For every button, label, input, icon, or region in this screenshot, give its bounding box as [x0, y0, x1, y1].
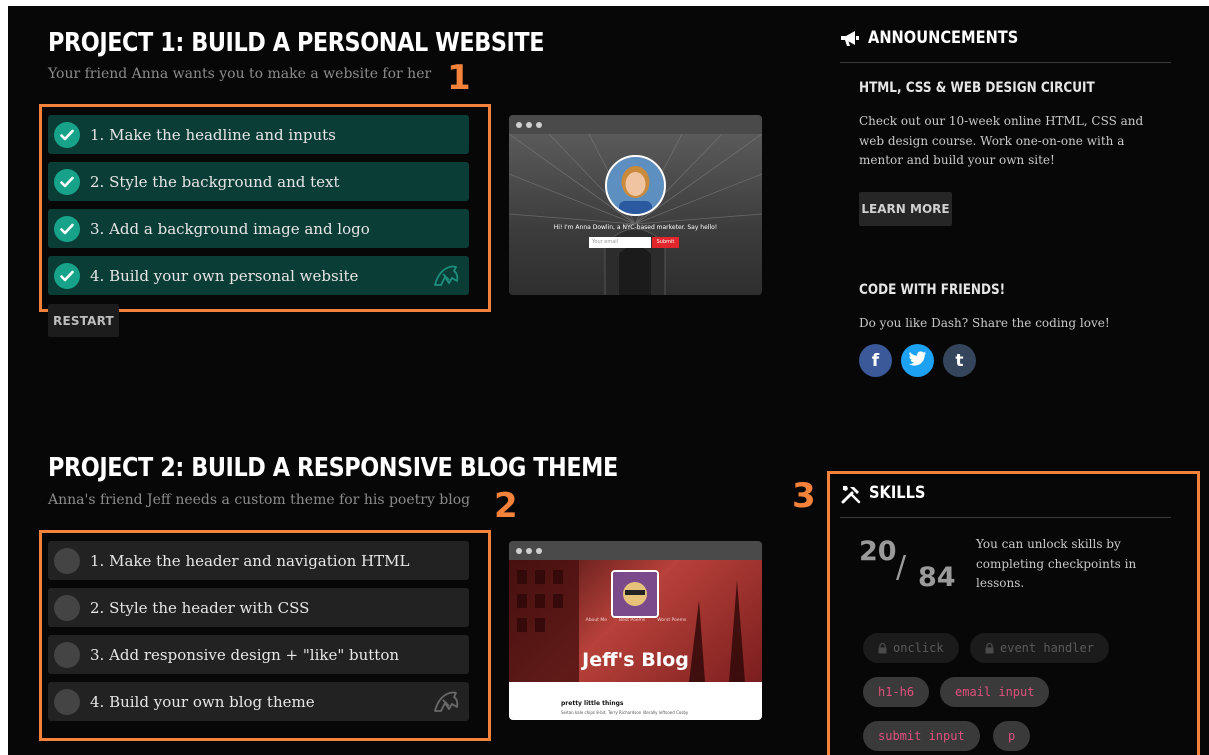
window-dot-icon: [536, 547, 542, 554]
project2-preview[interactable]: About Me Best Poems Worst Poems Jeff's B…: [509, 541, 762, 720]
preview-email-input: Your email: [589, 237, 651, 248]
check-icon: [54, 262, 80, 289]
skills-total-count: 84: [918, 562, 956, 593]
friends-text: Do you like Dash? Share the coding love!: [859, 316, 1110, 330]
callout-2: 2: [494, 486, 518, 526]
browser-bar: [509, 541, 762, 560]
circuit-text: Check out our 10-week online HTML, CSS a…: [859, 114, 1144, 167]
blog-nav-item: About Me: [585, 618, 608, 623]
announcements-heading: ANNOUNCEMENTS: [868, 28, 1019, 48]
megaphone-icon: [840, 30, 860, 52]
dash-horse-icon: [431, 689, 461, 719]
skill-chip-submit-input[interactable]: submit input: [863, 721, 980, 751]
dash-horse-icon: [431, 263, 461, 293]
project1-task-3[interactable]: 3. Add a background image and logo: [48, 209, 469, 248]
task-label: 1. Make the headline and inputs: [90, 125, 336, 144]
task-label: 2. Style the background and text: [90, 172, 340, 191]
project2-task-3[interactable]: 3. Add responsive design + "like" button: [48, 635, 469, 674]
check-icon: [54, 215, 80, 242]
divider: [840, 62, 1171, 63]
skills-unlocked-count: 20: [859, 536, 897, 567]
friends-title: CODE WITH FRIENDS!: [859, 282, 1006, 298]
window-dot-icon: [516, 547, 522, 554]
unchecked-circle-icon: [54, 641, 80, 668]
task-label: 3. Add responsive design + "like" button: [90, 645, 400, 664]
project1-task-4[interactable]: 4. Build your own personal website: [48, 256, 469, 295]
blog-post-area: pretty little things Seitan kale chips 8…: [509, 682, 762, 720]
task-label: 4. Build your own personal website: [90, 266, 359, 285]
skill-chip-label: event handler: [1000, 641, 1094, 655]
task-label: 1. Make the header and navigation HTML: [90, 551, 410, 570]
window-dot-icon: [526, 121, 532, 128]
skill-chip-email-input[interactable]: email input: [940, 677, 1050, 707]
tools-icon: [840, 483, 862, 509]
lock-icon: [985, 642, 994, 654]
tumblr-share-button[interactable]: t: [943, 344, 976, 377]
learn-more-button[interactable]: LEARN MORE: [859, 192, 952, 226]
blog-nav-item: Worst Poems: [657, 618, 687, 623]
project1-task-1[interactable]: 1. Make the headline and inputs: [48, 115, 469, 154]
callout-1: 1: [447, 58, 471, 98]
skills-highlight: [827, 471, 1200, 755]
blog-nav-item: Best Poems: [619, 618, 646, 623]
window-dot-icon: [536, 121, 542, 128]
task-label: 2. Style the header with CSS: [90, 598, 310, 617]
skill-chip-p[interactable]: p: [993, 721, 1031, 751]
browser-bar: [509, 115, 762, 134]
divider: [840, 517, 1171, 518]
blog-post-title: pretty little things: [561, 700, 624, 707]
skill-chip-onclick[interactable]: onclick: [863, 633, 959, 663]
restart-button[interactable]: RESTART: [48, 304, 119, 337]
dashboard: PROJECT 1: BUILD A PERSONAL WEBSITE Your…: [8, 6, 1209, 755]
skill-chip-event-handler[interactable]: event handler: [970, 633, 1109, 663]
window-dot-icon: [526, 547, 532, 554]
project2-subtitle: Anna's friend Jeff needs a custom theme …: [48, 492, 471, 508]
skills-description: You can unlock skills by completing chec…: [976, 537, 1137, 590]
window-dot-icon: [516, 121, 522, 128]
skill-chip-h1-h6[interactable]: h1-h6: [863, 677, 930, 707]
project1-preview[interactable]: Hi! I'm Anna Dowlin, a NYC-based markete…: [509, 115, 762, 295]
project2-task-2[interactable]: 2. Style the header with CSS: [48, 588, 469, 627]
project2-title: PROJECT 2: BUILD A RESPONSIVE BLOG THEME: [48, 453, 618, 483]
task-label: 3. Add a background image and logo: [90, 219, 370, 238]
project1-title: PROJECT 1: BUILD A PERSONAL WEBSITE: [48, 28, 545, 58]
blog-avatar: [611, 570, 659, 618]
blog-header-image: About Me Best Poems Worst Poems Jeff's B…: [509, 560, 762, 682]
unchecked-circle-icon: [54, 594, 80, 621]
facebook-icon: f: [871, 350, 880, 371]
tumblr-icon: t: [955, 350, 964, 371]
unchecked-circle-icon: [54, 547, 80, 574]
project1-task-2[interactable]: 2. Style the background and text: [48, 162, 469, 201]
preview-tagline: Hi! I'm Anna Dowlin, a NYC-based markete…: [553, 224, 718, 231]
unchecked-circle-icon: [54, 688, 80, 715]
callout-3: 3: [792, 476, 816, 516]
skill-chip-label: onclick: [893, 641, 944, 655]
skills-slash: /: [896, 550, 907, 585]
circuit-title: HTML, CSS & WEB DESIGN CIRCUIT: [859, 80, 1095, 96]
task-label: 4. Build your own blog theme: [90, 692, 315, 711]
project2-task-1[interactable]: 1. Make the header and navigation HTML: [48, 541, 469, 580]
blog-title: Jeff's Blog: [582, 649, 689, 671]
check-icon: [54, 121, 80, 148]
skill-chip-label: p: [1008, 729, 1016, 743]
project2-task-4[interactable]: 4. Build your own blog theme: [48, 682, 469, 721]
blog-post-text: Seitan kale chips 8-bit, Terry Richardso…: [561, 710, 689, 715]
blog-nav: About Me Best Poems Worst Poems: [561, 618, 711, 623]
twitter-icon: [908, 350, 927, 371]
bridge-background: Hi! I'm Anna Dowlin, a NYC-based markete…: [509, 134, 762, 295]
facebook-share-button[interactable]: f: [859, 344, 892, 377]
skills-heading: SKILLS: [869, 483, 926, 503]
avatar: [605, 155, 666, 216]
skill-chip-label: email input: [955, 685, 1035, 699]
skill-chip-label: h1-h6: [878, 685, 915, 699]
project1-subtitle: Your friend Anna wants you to make a web…: [48, 66, 432, 82]
lock-icon: [878, 642, 887, 654]
preview-submit-button: Submit: [652, 237, 679, 248]
twitter-share-button[interactable]: [901, 344, 934, 377]
check-icon: [54, 168, 80, 195]
skill-chip-label: submit input: [878, 729, 965, 743]
